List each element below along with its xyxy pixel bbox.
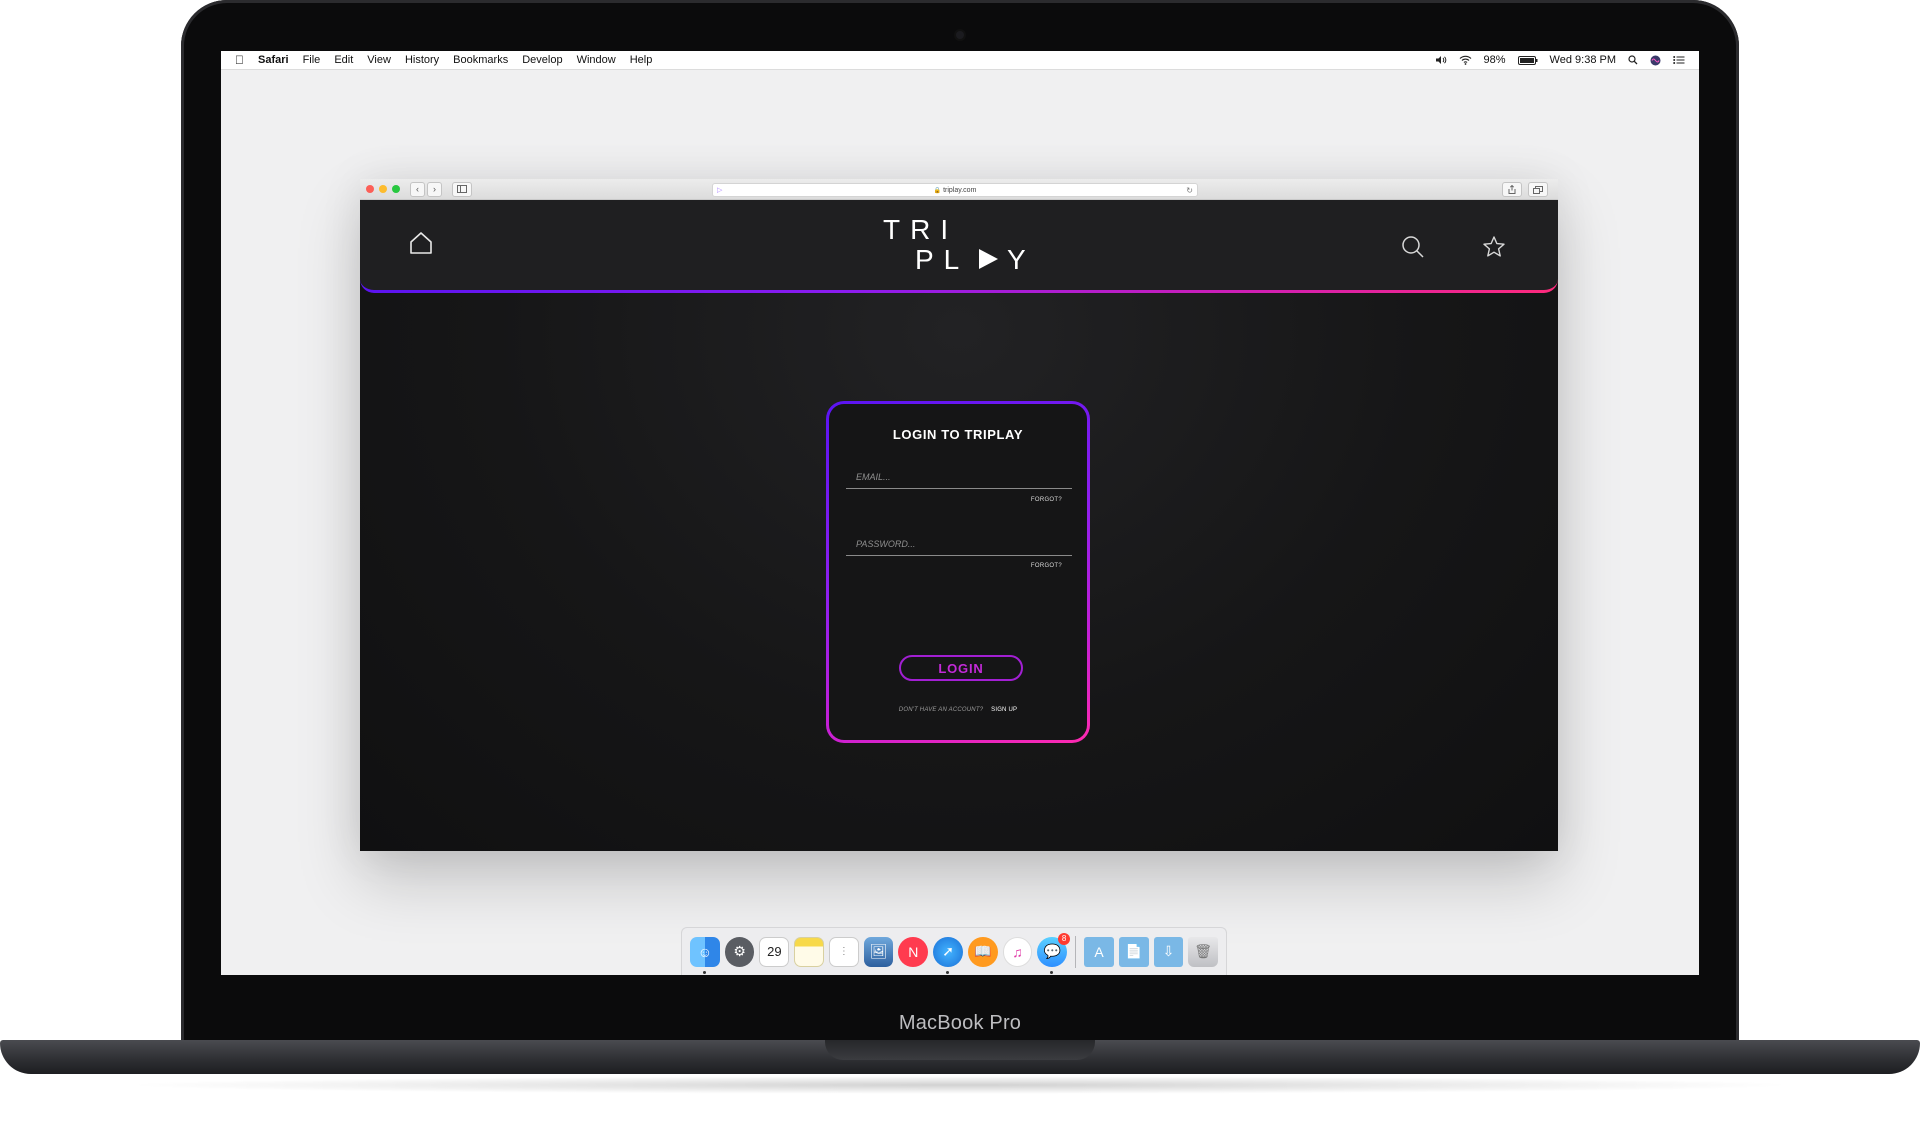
home-icon[interactable] — [408, 231, 434, 260]
sidebar-toggle-icon[interactable] — [452, 181, 472, 197]
macbook-opening-notch — [825, 1040, 1095, 1060]
calendar-day: 29 — [767, 944, 782, 959]
tab-overview-icon[interactable] — [1528, 182, 1548, 197]
finder-icon[interactable]: ☺ — [690, 936, 720, 974]
menu-edit[interactable]: Edit — [334, 54, 353, 66]
forgot-email-link[interactable]: FORGOT? — [1031, 497, 1062, 503]
password-field[interactable] — [846, 533, 1072, 555]
logo-text-pl: PL — [915, 244, 970, 275]
sign-up-link[interactable]: SIGN UP — [991, 707, 1017, 713]
site-header: TRI PL Y — [360, 200, 1558, 290]
system-preferences-icon[interactable]: ⚙ — [724, 936, 755, 967]
apple-menu-icon[interactable]:  — [235, 53, 244, 67]
logo-text-tri: TRI — [883, 214, 959, 245]
menu-clock[interactable]: Wed 9:38 PM — [1550, 54, 1616, 66]
notes-icon[interactable] — [794, 936, 824, 967]
menu-bookmarks[interactable]: Bookmarks — [453, 54, 508, 66]
siri-icon[interactable] — [1650, 55, 1661, 66]
login-button[interactable]: LOGIN — [899, 655, 1023, 681]
site-favicon-icon: ▷ — [717, 187, 723, 194]
news-icon[interactable]: N — [898, 936, 929, 967]
messages-badge: 8 — [1058, 932, 1071, 945]
books-icon[interactable]: 📖 — [967, 936, 998, 967]
preview-icon[interactable]: 🖼 — [863, 936, 894, 967]
reload-icon[interactable]: ↻ — [1186, 186, 1193, 195]
menu-view[interactable]: View — [367, 54, 391, 66]
macos-menu-bar:  Safari File Edit View History Bookmark… — [221, 51, 1699, 70]
back-button[interactable]: ‹ — [410, 181, 425, 197]
macbook-shadow — [120, 1076, 1800, 1094]
play-icon — [977, 248, 999, 275]
trash-icon[interactable]: 🗑 — [1188, 936, 1219, 967]
volume-icon[interactable] — [1435, 55, 1447, 65]
login-card: LOGIN TO TRIPLAY FORGOT? FORGOT? LOGIN D… — [826, 401, 1090, 743]
notification-center-icon[interactable] — [1673, 55, 1685, 65]
downloads-folder-icon[interactable]: ⇩ — [1153, 936, 1184, 967]
forward-button[interactable]: › — [427, 181, 442, 197]
fullscreen-window-button[interactable] — [392, 185, 400, 193]
camera — [956, 31, 964, 39]
menu-app-name[interactable]: Safari — [258, 54, 289, 66]
menu-file[interactable]: File — [303, 54, 321, 66]
login-title: LOGIN TO TRIPLAY — [892, 427, 1024, 442]
spotlight-search-icon[interactable] — [1628, 55, 1638, 65]
search-icon[interactable] — [1401, 235, 1425, 264]
address-bar[interactable]: ▷ 🔒 triplay.com ↻ — [712, 183, 1198, 197]
device-label: MacBook Pro — [898, 1012, 1022, 1034]
email-field[interactable] — [846, 466, 1072, 488]
safari-icon[interactable]: ➚ — [933, 936, 963, 974]
email-field-wrapper — [846, 466, 1072, 489]
safari-toolbar: ‹ › ▷ 🔒 triplay.com ↻ — [360, 179, 1558, 200]
dock-separator — [1075, 935, 1077, 968]
url-text[interactable]: triplay.com — [943, 187, 976, 194]
favorites-star-icon[interactable] — [1482, 235, 1506, 264]
logo-text-y: Y — [1007, 244, 1026, 275]
lock-icon: 🔒 — [933, 187, 942, 194]
close-window-button[interactable] — [366, 185, 374, 193]
battery-percent: 98% — [1483, 54, 1506, 66]
forgot-password-link[interactable]: FORGOT? — [1031, 563, 1062, 569]
messages-icon[interactable]: 💬 8 — [1037, 932, 1071, 974]
calendar-icon[interactable]: 29 — [759, 936, 790, 967]
battery-icon[interactable] — [1517, 55, 1538, 65]
wifi-icon[interactable] — [1459, 55, 1472, 65]
menu-history[interactable]: History — [405, 54, 439, 66]
menu-help[interactable]: Help — [630, 54, 653, 66]
applications-folder-icon[interactable]: A — [1084, 936, 1114, 967]
menu-develop[interactable]: Develop — [522, 54, 562, 66]
reminders-icon[interactable]: ⋮ — [828, 936, 859, 967]
signup-row: DON'T HAVE AN ACCOUNT? SIGN UP — [829, 707, 1087, 713]
screen:  Safari File Edit View History Bookmark… — [221, 51, 1699, 975]
web-page: TRI PL Y LOGIN TO TRIPLAY EMAIL... FORGO… — [360, 200, 1558, 851]
no-account-text: DON'T HAVE AN ACCOUNT? — [898, 707, 984, 713]
documents-folder-icon[interactable]: 📄 — [1118, 936, 1149, 967]
password-field-wrapper — [846, 533, 1072, 556]
itunes-icon[interactable]: ♫ — [1002, 936, 1033, 967]
minimize-window-button[interactable] — [379, 185, 387, 193]
safari-window: ‹ › ▷ 🔒 triplay.com ↻ TRI PL Y LOGIN TO … — [360, 179, 1558, 851]
triplay-logo[interactable]: TRI PL Y — [883, 214, 1035, 276]
share-icon[interactable] — [1502, 182, 1522, 197]
dock: ☺ ⚙ 29 ⋮ 🖼 N ➚ 📖 ♫ 💬 8 A 📄 ⇩ 🗑 — [681, 927, 1227, 975]
menu-window[interactable]: Window — [577, 54, 616, 66]
